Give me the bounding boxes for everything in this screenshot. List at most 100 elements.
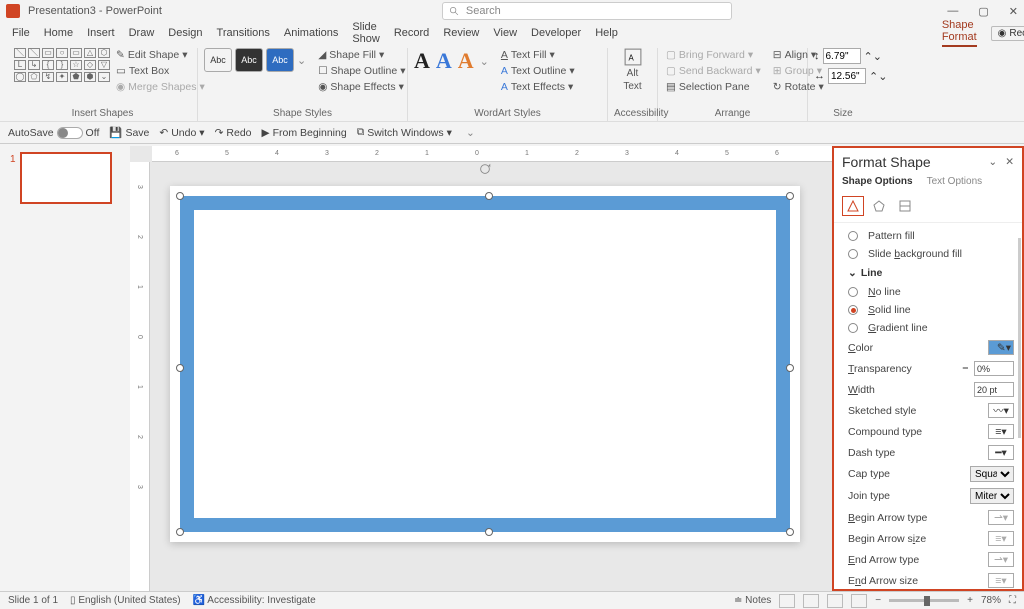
group-accessibility: Accessibility — [614, 106, 651, 121]
text-box-button[interactable]: ▭ Text Box — [114, 64, 207, 78]
redo-button[interactable]: ↷ Redo — [215, 127, 252, 139]
normal-view-button[interactable] — [779, 594, 795, 608]
zoom-in-button[interactable]: + — [967, 595, 973, 606]
pane-title: Format Shape — [842, 154, 980, 170]
tab-slideshow[interactable]: Slide Show — [352, 21, 380, 45]
shape-effects-button[interactable]: ◉ Shape Effects ▾ — [316, 80, 407, 94]
join-type-select[interactable]: Miter — [970, 488, 1014, 504]
undo-button[interactable]: ↶ Undo ▾ — [159, 127, 204, 139]
from-beginning-button[interactable]: ▶ From Beginning — [262, 127, 347, 139]
language-status[interactable]: ▯ English (United States) — [70, 595, 181, 606]
shape-outline-button[interactable]: ☐ Shape Outline ▾ — [316, 64, 407, 78]
slide-counter[interactable]: Slide 1 of 1 — [8, 595, 58, 606]
line-section-toggle[interactable]: ⌄ Line — [848, 263, 1014, 283]
radio-gradient-line[interactable] — [848, 323, 858, 333]
resize-handle-e[interactable] — [786, 364, 794, 372]
zoom-slider[interactable] — [889, 599, 959, 602]
accessibility-status[interactable]: ♿ Accessibility: Investigate — [193, 595, 316, 606]
effects-icon[interactable] — [868, 196, 890, 216]
tab-review[interactable]: Review — [443, 27, 479, 39]
resize-handle-se[interactable] — [786, 528, 794, 536]
tab-design[interactable]: Design — [168, 27, 202, 39]
tab-home[interactable]: Home — [44, 27, 73, 39]
radio-no-line[interactable] — [848, 287, 858, 297]
tab-help[interactable]: Help — [595, 27, 618, 39]
save-button[interactable]: 💾 Save — [109, 126, 149, 139]
tab-shape-options[interactable]: Shape Options — [842, 176, 913, 190]
tab-file[interactable]: File — [12, 27, 30, 39]
search-input[interactable]: Search — [442, 2, 732, 20]
group-shape-styles: Shape Styles — [204, 106, 401, 121]
text-effects-button[interactable]: A Text Effects ▾ — [499, 80, 577, 94]
tab-shape-format[interactable]: Shape Format — [942, 19, 977, 47]
zoom-level[interactable]: 78% — [981, 595, 1001, 606]
wordart-preset-1[interactable]: A — [414, 48, 430, 74]
compound-type-picker[interactable]: ≡▾ — [988, 424, 1014, 439]
tab-animations[interactable]: Animations — [284, 27, 338, 39]
begin-arrow-size: ≡▾ — [988, 531, 1014, 546]
dash-type-picker[interactable]: ━▾ — [988, 445, 1014, 460]
style-preset-3[interactable]: Abc — [266, 48, 294, 72]
record-button[interactable]: ◉ Record — [991, 26, 1024, 41]
minimize-button[interactable]: — — [947, 5, 958, 18]
wordart-preset-3[interactable]: A — [458, 48, 474, 74]
edit-shape-button[interactable]: ✎ Edit Shape ▾ — [114, 48, 207, 62]
selected-rectangle-shape[interactable] — [180, 196, 790, 532]
style-preset-1[interactable]: Abc — [204, 48, 232, 72]
resize-handle-ne[interactable] — [786, 192, 794, 200]
slide-thumbnails[interactable]: 1 — [0, 146, 130, 591]
begin-arrow-type: ⇀▾ — [988, 510, 1014, 525]
tab-transitions[interactable]: Transitions — [217, 27, 270, 39]
shape-height-input[interactable]: ↕⌃⌄ — [814, 48, 882, 64]
shape-width-input[interactable]: ↔⌃⌄ — [814, 68, 887, 84]
selection-pane-button[interactable]: ▤ Selection Pane — [664, 80, 763, 94]
radio-solid-跑line[interactable] — [848, 305, 858, 315]
slide-thumb-1[interactable]: 1 — [20, 152, 112, 204]
fit-to-window-button[interactable]: ⛶ — [1009, 595, 1016, 606]
tab-draw[interactable]: Draw — [129, 27, 155, 39]
tab-insert[interactable]: Insert — [87, 27, 115, 39]
slide-editor[interactable]: 6543210123456 3210123 — [130, 146, 832, 591]
slideshow-view-button[interactable] — [851, 594, 867, 608]
line-width-input[interactable]: 20 pt — [974, 382, 1014, 397]
transparency-input[interactable]: 0% — [974, 361, 1014, 376]
slide-canvas[interactable] — [170, 186, 800, 542]
sorter-view-button[interactable] — [803, 594, 819, 608]
pane-scrollbar[interactable] — [1018, 238, 1021, 438]
notes-button[interactable]: ≐ Notes — [734, 595, 771, 606]
zoom-out-button[interactable]: − — [875, 595, 881, 606]
resize-handle-sw[interactable] — [176, 528, 184, 536]
resize-handle-n[interactable] — [485, 192, 493, 200]
resize-handle-s[interactable] — [485, 528, 493, 536]
pane-dropdown-icon[interactable]: ⌄ — [988, 156, 997, 168]
switch-windows-button[interactable]: ⧉ Switch Windows ▾ — [357, 126, 452, 139]
pane-close-button[interactable]: ✕ — [1005, 156, 1014, 168]
reading-view-button[interactable] — [827, 594, 843, 608]
tab-record[interactable]: Record — [394, 27, 429, 39]
resize-handle-w[interactable] — [176, 364, 184, 372]
shape-gallery[interactable]: ＼＼▭○▭△⬡ L↳{}☆◇▽ ◯⬠↯✦⬟⬢⌄ — [14, 48, 110, 82]
alt-text-button[interactable]: A Alt Text — [618, 48, 648, 92]
rotate-handle-icon[interactable] — [478, 162, 492, 176]
text-outline-button[interactable]: A Text Outline ▾ — [499, 64, 577, 78]
radio-slide-bg-fill[interactable] — [848, 249, 858, 259]
autosave-toggle[interactable]: AutoSave Off — [8, 127, 99, 139]
shape-fill-button[interactable]: ◢ Shape Fill ▾ — [316, 48, 407, 62]
line-color-picker[interactable]: ✎▾ — [988, 340, 1014, 355]
sketched-style-picker[interactable]: 〰▾ — [988, 403, 1014, 418]
tab-text-options[interactable]: Text Options — [927, 176, 983, 190]
send-backward-button: ▢ Send Backward ▾ — [664, 64, 763, 78]
format-shape-pane: Format Shape ⌄ ✕ Shape Options Text Opti… — [832, 146, 1024, 591]
fill-line-icon[interactable] — [842, 196, 864, 216]
text-fill-button[interactable]: A Text Fill ▾ — [499, 48, 577, 62]
cap-type-select[interactable]: Square — [970, 466, 1014, 482]
maximize-button[interactable]: ▢ — [978, 5, 988, 18]
size-props-icon[interactable] — [894, 196, 916, 216]
resize-handle-nw[interactable] — [176, 192, 184, 200]
style-preset-2[interactable]: Abc — [235, 48, 263, 72]
group-wordart-styles: WordArt Styles — [414, 106, 601, 121]
wordart-preset-2[interactable]: A — [436, 48, 452, 74]
radio-pattern-fill[interactable] — [848, 231, 858, 241]
tab-view[interactable]: View — [493, 27, 517, 39]
tab-developer[interactable]: Developer — [531, 27, 581, 39]
